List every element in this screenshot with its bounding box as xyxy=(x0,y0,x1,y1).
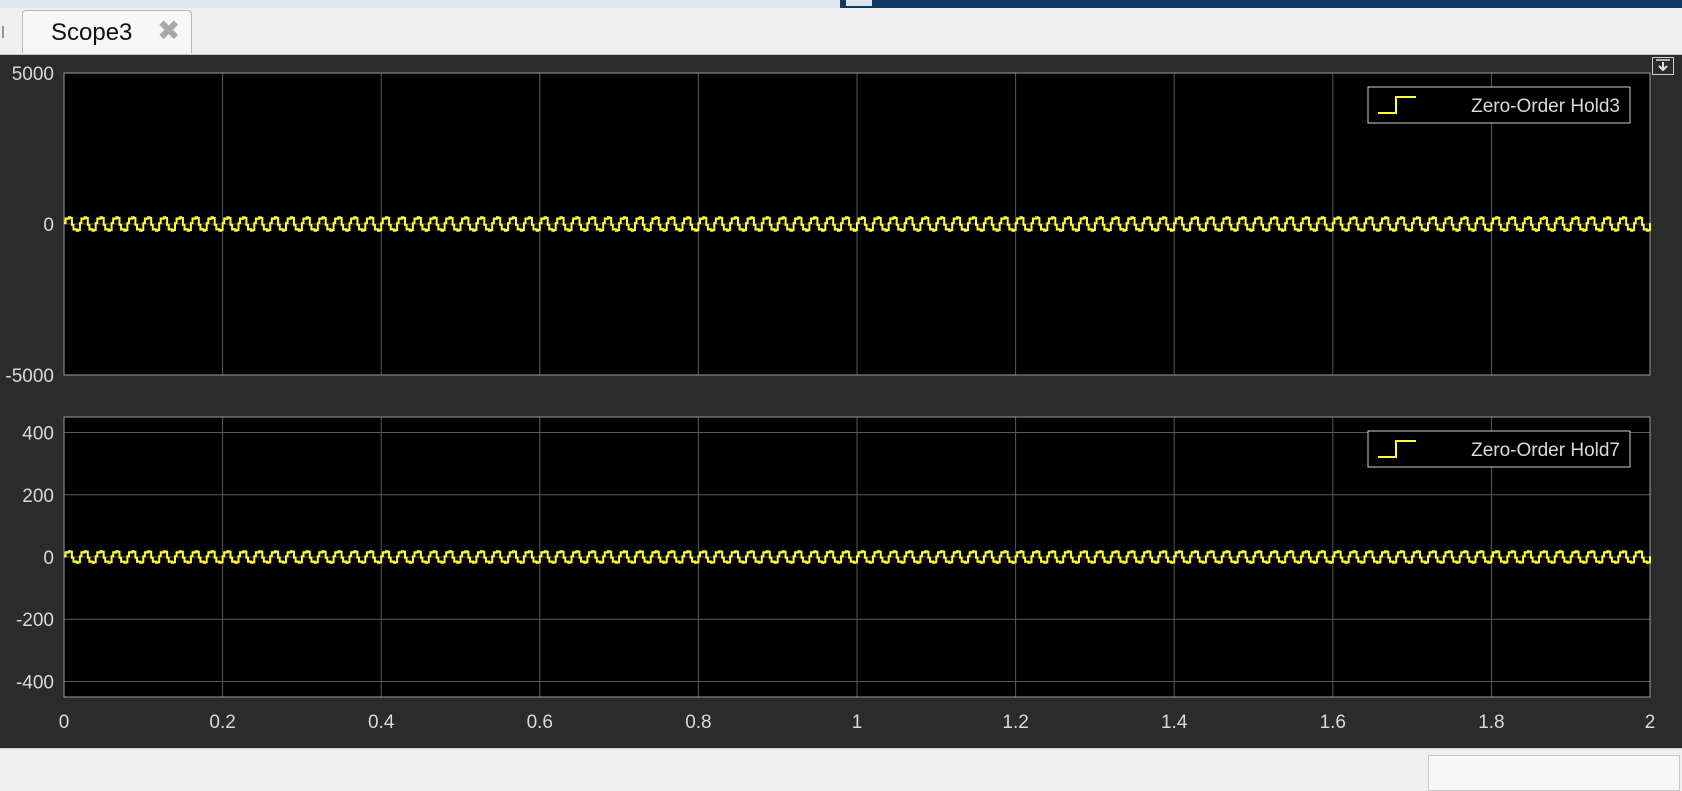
x-tick-label: 1.4 xyxy=(1161,712,1188,733)
tab-label: Scope3 xyxy=(51,19,133,46)
adjacent-window-titlebar xyxy=(840,0,1682,8)
y-tick-label: -5000 xyxy=(5,366,54,387)
tab-bar: Scope3 ✖ xyxy=(0,8,1682,55)
x-tick-label: 0.2 xyxy=(209,712,235,733)
window-title-strip xyxy=(0,0,1682,8)
tab-scope3[interactable]: Scope3 ✖ xyxy=(22,10,192,53)
x-tick-label: 1.2 xyxy=(1002,712,1028,733)
adjacent-window-icon xyxy=(846,0,872,6)
legend-entry: Zero-Order Hold3 xyxy=(1471,96,1620,117)
x-tick-label: 0 xyxy=(59,712,70,733)
y-tick-label: -400 xyxy=(16,672,54,693)
x-tick-label: 0.4 xyxy=(368,712,395,733)
scope-display-area: 5000 0 -5000 Zero-Order Hold3 400 200 0 -200 -40… xyxy=(0,55,1682,748)
tab-bar-grip[interactable] xyxy=(2,26,4,38)
legend-entry: Zero-Order Hold7 xyxy=(1471,440,1620,461)
scope-plots: 5000 0 -5000 Zero-Order Hold3 400 200 0 -200 -40… xyxy=(5,64,1656,733)
y-tick-label: 400 xyxy=(22,424,54,445)
status-bar xyxy=(0,748,1682,791)
x-tick-label: 0.8 xyxy=(685,712,711,733)
y-tick-label: 0 xyxy=(43,215,54,236)
x-tick-label: 1 xyxy=(852,712,863,733)
x-tick-label: 2 xyxy=(1645,712,1656,733)
close-icon[interactable]: ✖ xyxy=(157,17,180,45)
y-tick-label: 200 xyxy=(22,486,54,507)
y-tick-label: 5000 xyxy=(12,64,54,85)
y-tick-label: -200 xyxy=(16,610,54,631)
undock-icon[interactable] xyxy=(1652,57,1674,75)
x-tick-label: 0.6 xyxy=(527,712,553,733)
x-tick-label: 1.6 xyxy=(1320,712,1346,733)
status-field xyxy=(1428,755,1680,791)
x-tick-label: 1.8 xyxy=(1478,712,1504,733)
y-tick-label: 0 xyxy=(43,548,54,569)
